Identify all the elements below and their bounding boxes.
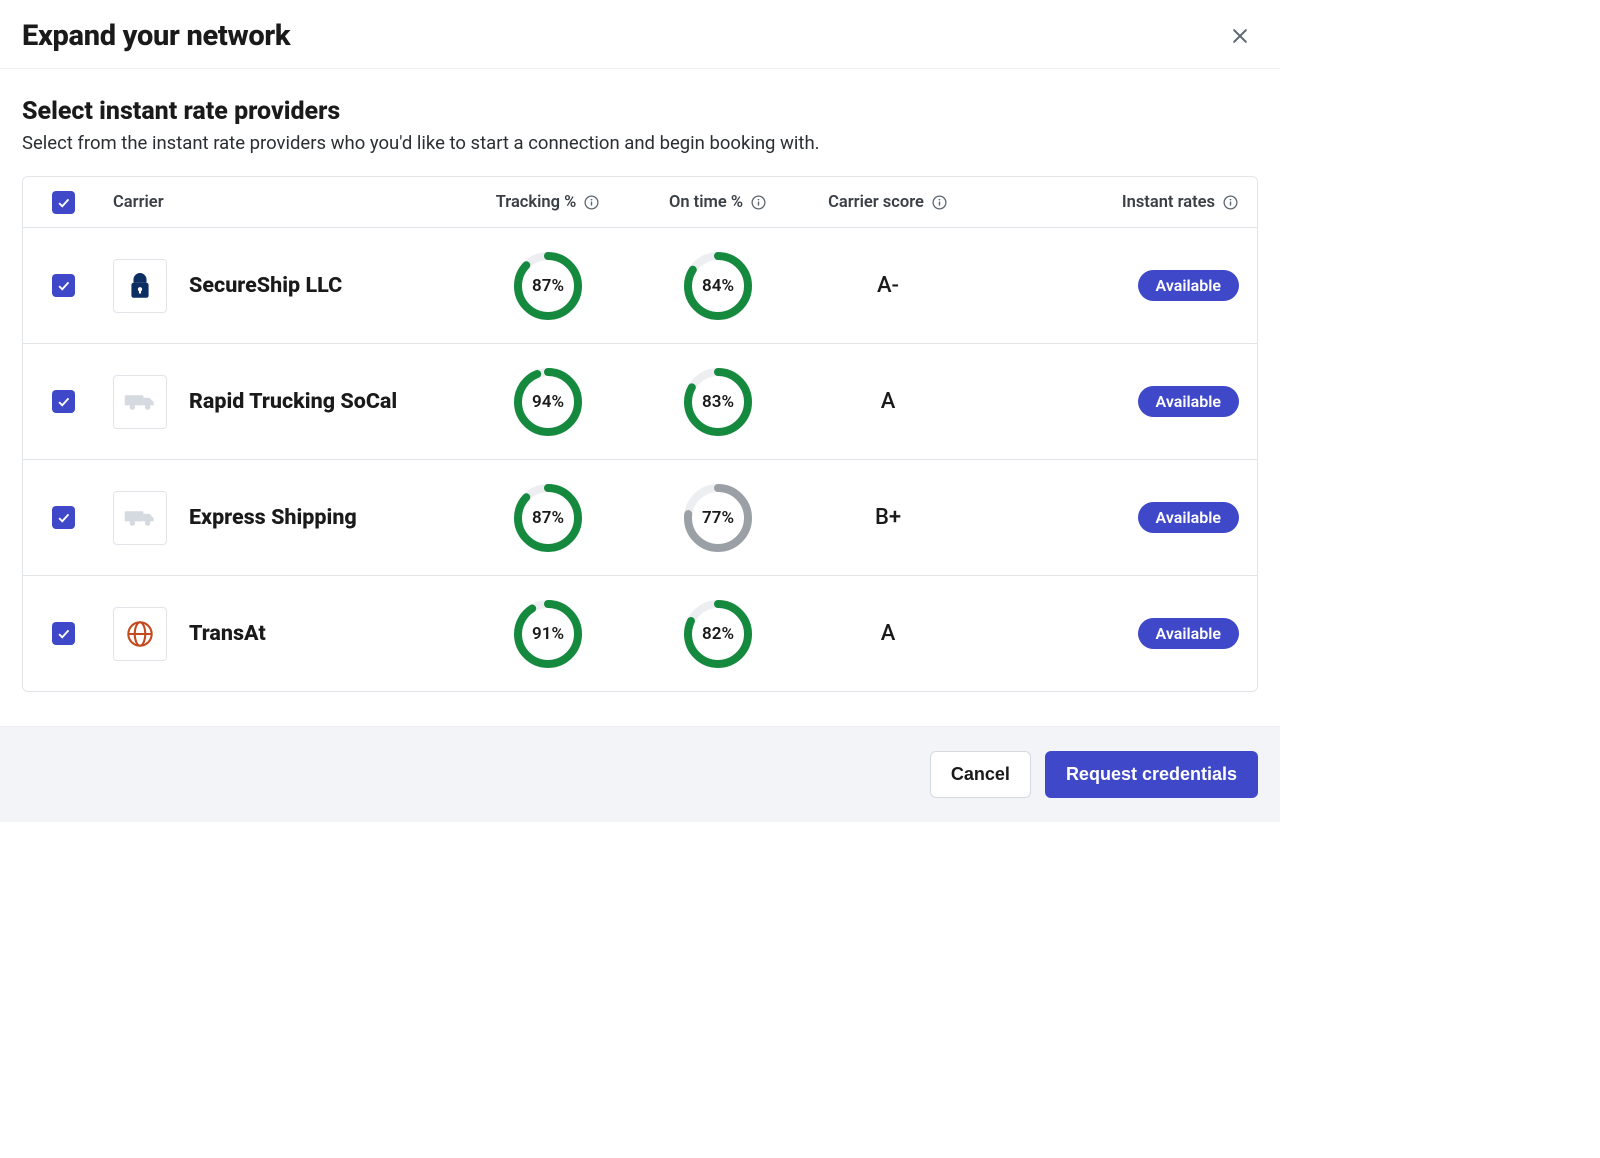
table-row: TransAt 91% 82% A Available	[23, 575, 1257, 691]
carrier-score: A	[813, 389, 963, 414]
progress-donut: 87%	[511, 481, 585, 555]
row-checkbox[interactable]	[52, 274, 75, 297]
progress-donut: 82%	[681, 597, 755, 671]
section-subtitle: Select from the instant rate providers w…	[22, 132, 1258, 154]
truck-icon	[123, 391, 157, 413]
check-icon	[56, 626, 71, 641]
cancel-button[interactable]: Cancel	[930, 751, 1031, 798]
donut-label: 77%	[681, 481, 755, 555]
col-carrier: Carrier	[113, 193, 164, 212]
row-checkbox[interactable]	[52, 622, 75, 645]
check-icon	[56, 510, 71, 525]
table-row: SecureShip LLC 87% 84% A- Available	[23, 227, 1257, 343]
col-rates: Instant rates	[1122, 193, 1215, 212]
info-icon[interactable]	[931, 194, 948, 211]
carrier-name: TransAt	[189, 621, 266, 646]
donut-label: 82%	[681, 597, 755, 671]
table-row: Rapid Trucking SoCal 94% 83% A Available	[23, 343, 1257, 459]
progress-donut: 91%	[511, 597, 585, 671]
info-icon[interactable]	[583, 194, 600, 211]
carrier-logo	[113, 375, 167, 429]
donut-label: 84%	[681, 249, 755, 323]
info-icon[interactable]	[750, 194, 767, 211]
carrier-score: A	[813, 621, 963, 646]
request-credentials-button[interactable]: Request credentials	[1045, 751, 1258, 798]
donut-label: 94%	[511, 365, 585, 439]
carrier-name: Rapid Trucking SoCal	[189, 389, 397, 414]
select-all-checkbox[interactable]	[52, 191, 75, 214]
check-icon	[56, 195, 71, 210]
col-ontime: On time %	[669, 193, 743, 212]
modal-body: Select instant rate providers Select fro…	[0, 69, 1280, 726]
check-icon	[56, 394, 71, 409]
modal-title: Expand your network	[22, 19, 290, 53]
close-icon	[1230, 26, 1250, 46]
row-checkbox[interactable]	[52, 506, 75, 529]
carrier-logo	[113, 259, 167, 313]
rate-status-badge: Available	[1138, 502, 1239, 533]
close-button[interactable]	[1222, 18, 1258, 54]
progress-donut: 87%	[511, 249, 585, 323]
check-icon	[56, 278, 71, 293]
table-row: Express Shipping 87% 77% B+ Available	[23, 459, 1257, 575]
carrier-score: B+	[813, 505, 963, 530]
col-tracking: Tracking %	[496, 193, 577, 212]
modal-header: Expand your network	[0, 0, 1280, 69]
rate-status-badge: Available	[1138, 270, 1239, 301]
table-header-row: Carrier Tracking % On time % Carrier sco…	[23, 177, 1257, 227]
progress-donut: 84%	[681, 249, 755, 323]
carrier-name: SecureShip LLC	[189, 273, 342, 298]
progress-donut: 77%	[681, 481, 755, 555]
row-checkbox[interactable]	[52, 390, 75, 413]
donut-label: 87%	[511, 249, 585, 323]
modal-footer: Cancel Request credentials	[0, 726, 1280, 822]
section-title: Select instant rate providers	[22, 97, 1258, 126]
carrier-logo	[113, 607, 167, 661]
rate-status-badge: Available	[1138, 618, 1239, 649]
donut-label: 83%	[681, 365, 755, 439]
info-icon[interactable]	[1222, 194, 1239, 211]
rate-status-badge: Available	[1138, 386, 1239, 417]
carrier-logo	[113, 491, 167, 545]
carrier-name: Express Shipping	[189, 505, 357, 530]
donut-label: 91%	[511, 597, 585, 671]
truck-icon	[123, 507, 157, 529]
carrier-score: A-	[813, 273, 963, 298]
carrier-table: Carrier Tracking % On time % Carrier sco…	[22, 176, 1258, 692]
progress-donut: 83%	[681, 365, 755, 439]
lock-icon	[127, 271, 153, 301]
donut-label: 87%	[511, 481, 585, 555]
col-score: Carrier score	[828, 193, 924, 212]
progress-donut: 94%	[511, 365, 585, 439]
globe-icon	[126, 620, 154, 648]
